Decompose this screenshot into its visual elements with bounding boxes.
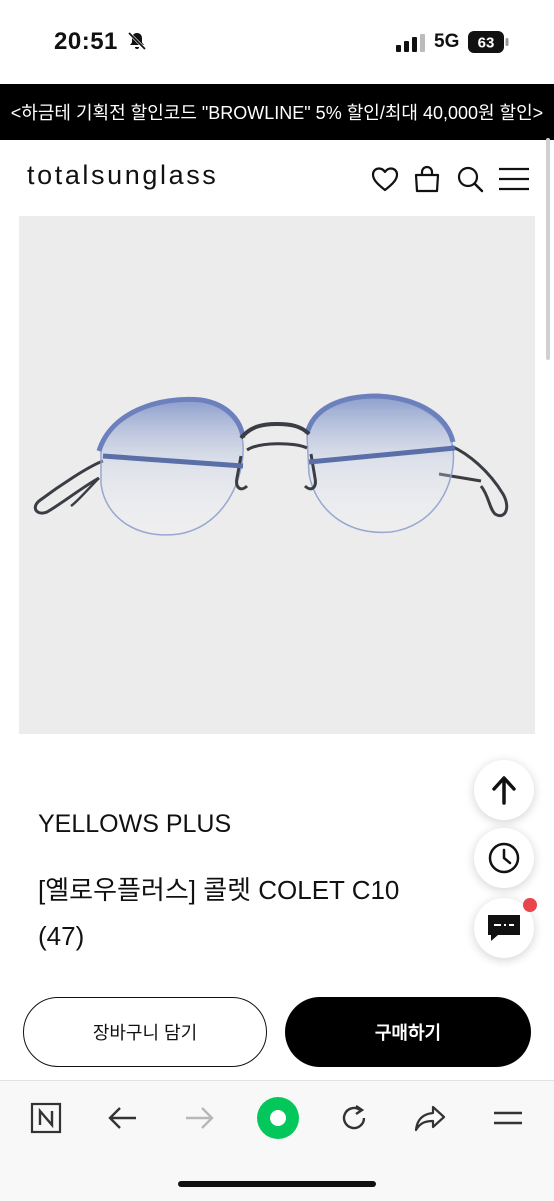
battery-level: 63 (478, 35, 495, 52)
heart-icon[interactable] (370, 164, 400, 194)
reload-icon[interactable] (334, 1098, 374, 1138)
status-time: 20:51 (54, 28, 118, 55)
glasses-illustration (33, 393, 509, 536)
clock-icon (488, 842, 520, 874)
menu-icon[interactable] (488, 1098, 528, 1138)
menu-icon[interactable] (497, 164, 531, 194)
promo-banner[interactable]: <하금테 기획전 할인코드 "BROWLINE" 5% 할인/최대 40,000… (0, 84, 554, 140)
add-to-cart-button[interactable]: 장바구니 담기 (23, 997, 267, 1067)
site-logo[interactable]: totalsunglass (27, 160, 218, 191)
home-icon[interactable] (256, 1096, 300, 1140)
buy-now-button[interactable]: 구매하기 (285, 997, 531, 1067)
chat-notification-badge (523, 898, 537, 912)
search-icon[interactable] (455, 164, 485, 194)
bell-mute-icon (127, 31, 147, 51)
chat-icon (488, 915, 520, 941)
bag-icon[interactable] (412, 164, 442, 194)
product-image[interactable] (19, 216, 535, 734)
product-title-size: (47) (38, 921, 85, 951)
recent-view-button[interactable] (474, 828, 534, 888)
arrow-up-icon (492, 776, 516, 805)
signal-icon (396, 34, 425, 52)
network-type: 5G (434, 31, 460, 52)
naver-icon[interactable] (26, 1098, 66, 1138)
home-indicator[interactable] (178, 1181, 376, 1187)
forward-icon[interactable] (180, 1098, 220, 1138)
scroll-top-button[interactable] (474, 760, 534, 820)
battery-icon: 63 (468, 31, 509, 53)
product-title: [옐로우플러스] 콜렛 COLET C10 (38, 875, 400, 905)
product-brand[interactable]: YELLOWS PLUS (38, 810, 231, 839)
back-icon[interactable] (102, 1098, 142, 1138)
page-scrollbar[interactable] (546, 138, 550, 360)
promo-text: <하금테 기획전 할인코드 "BROWLINE" 5% 할인/최대 40,000… (10, 103, 544, 123)
share-icon[interactable] (410, 1098, 450, 1138)
